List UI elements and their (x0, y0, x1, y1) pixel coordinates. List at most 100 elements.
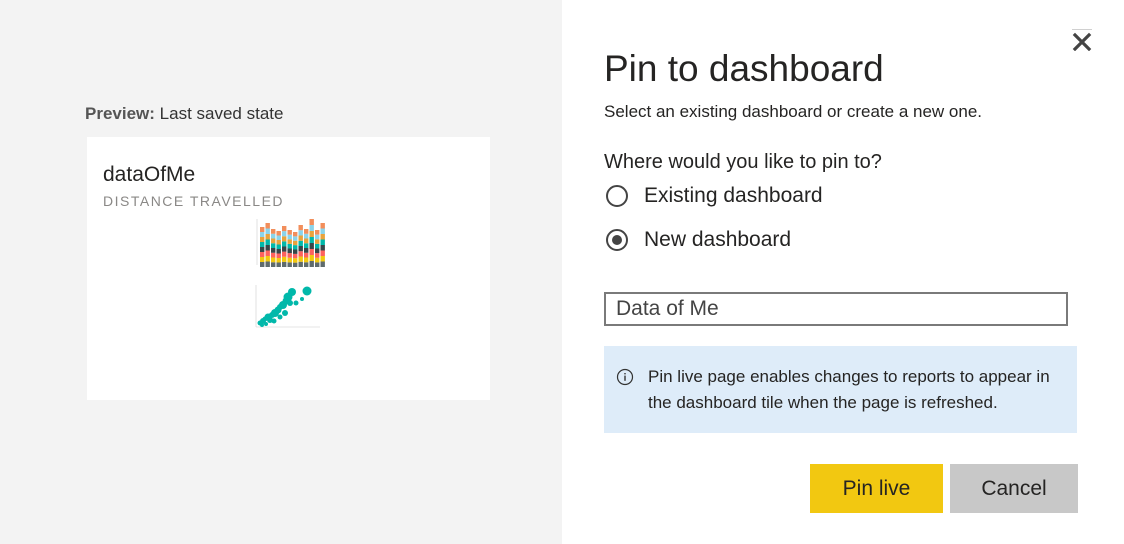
thumb-bar-segment (320, 223, 325, 229)
report-thumbnail-bar-chart (256, 219, 325, 267)
thumb-bar-segment (282, 251, 287, 257)
thumb-bar-segment (276, 249, 281, 254)
thumb-bar-segment (260, 237, 265, 242)
thumb-bar-segment (309, 255, 314, 261)
thumb-bar-segment (320, 261, 325, 267)
thumb-bar-segment (287, 262, 292, 267)
thumb-scatter-point (288, 288, 296, 296)
thumb-bar-segment (271, 243, 276, 248)
thumb-bar-segment (260, 227, 265, 232)
thumb-bar-segment (315, 253, 320, 258)
dialog-title: Pin to dashboard (604, 48, 884, 89)
thumb-bar-segment (298, 251, 303, 257)
close-button[interactable] (1071, 29, 1093, 52)
thumb-bar-segment (287, 239, 292, 244)
thumb-bar-segment (287, 253, 292, 258)
card-title: dataOfMe (103, 163, 196, 186)
thumb-bar-segment (298, 256, 303, 262)
thumb-bar-segment (265, 234, 270, 240)
pin-live-button[interactable]: Pin live (810, 464, 943, 513)
thumb-bar-segment (282, 256, 287, 262)
thumb-bar-segment (260, 232, 265, 237)
thumb-bar-segment (304, 229, 309, 234)
thumb-bar-segment (276, 235, 281, 240)
thumb-bar-segment (265, 223, 270, 229)
radio-existing-dashboard-circle[interactable] (606, 185, 628, 207)
thumb-scatter-point (264, 322, 268, 326)
thumb-bar-segment (260, 247, 265, 252)
dashboard-name-input[interactable] (604, 292, 1068, 326)
thumb-bar-segment (309, 243, 314, 249)
radio-existing-dashboard-label[interactable]: Existing dashboard (644, 184, 823, 208)
thumb-bar-segment (265, 228, 270, 234)
thumb-bar-segment (293, 249, 298, 254)
thumb-bar-segment (315, 239, 320, 244)
thumb-bar-segment (293, 236, 298, 241)
thumb-bar-segment (304, 248, 309, 253)
preview-label: Preview: Last saved state (85, 104, 283, 124)
thumb-bar-segment (293, 253, 298, 259)
dialog-description: Select an existing dashboard or create a… (604, 102, 983, 121)
thumb-bar-segment (282, 246, 287, 252)
thumb-bar-segment (309, 231, 314, 237)
thumb-scatter-point (260, 323, 264, 327)
radio-existing-dashboard[interactable]: Existing dashboard (606, 184, 823, 208)
thumb-bar-segment (293, 240, 298, 246)
thumb-bar-segment (304, 257, 309, 263)
thumb-bar-segment (276, 253, 281, 258)
thumb-bar-segment (293, 258, 298, 263)
thumb-scatter-point (282, 310, 288, 316)
thumb-bar-segment (309, 261, 314, 267)
thumb-bar-segment (271, 262, 276, 267)
radio-new-dashboard-label[interactable]: New dashboard (644, 228, 791, 252)
thumb-bar-segment (260, 262, 265, 267)
info-text: Pin live page enables changes to reports… (648, 367, 1050, 412)
thumb-bar-segment (282, 241, 287, 247)
thumb-bar-segment (315, 248, 320, 254)
thumb-bar-segment (271, 257, 276, 263)
info-icon (616, 368, 634, 386)
thumb-bar-segment (276, 231, 281, 236)
thumb-bar-segment (287, 230, 292, 235)
thumb-bar-segment (320, 250, 325, 256)
preview-card: dataOfMe DISTANCE TRAVELLED (87, 137, 490, 400)
thumb-bar-segment (271, 233, 276, 239)
thumb-bar-segment (265, 245, 270, 251)
thumb-bar-segment (276, 240, 281, 245)
thumb-bar-segment (298, 240, 303, 246)
preview-pane: Preview: Last saved state dataOfMe DISTA… (0, 0, 562, 544)
radio-new-dashboard[interactable]: New dashboard (606, 228, 791, 252)
preview-label-bold: Preview: (85, 104, 155, 123)
thumb-bar-segment (315, 243, 320, 249)
thumb-bar-segment (282, 231, 287, 237)
thumb-scatter-point (293, 300, 299, 306)
thumb-bar-segment (320, 228, 325, 234)
thumb-scatter-point (271, 318, 277, 324)
info-message: Pin live page enables changes to reports… (604, 346, 1077, 433)
thumb-bar-segment (293, 245, 298, 250)
thumb-bar-segment (320, 239, 325, 245)
thumb-bar-segment (298, 246, 303, 252)
pin-location-question: Where would you like to pin to? (604, 151, 882, 173)
thumb-bar-segment (287, 243, 292, 249)
radio-new-dashboard-circle[interactable] (606, 229, 628, 251)
thumb-scatter-point (302, 286, 312, 296)
thumb-bar-segment (320, 256, 325, 262)
cancel-button[interactable]: Cancel (950, 464, 1078, 513)
pin-dialog: Pin to dashboard Select an existing dash… (562, 0, 1124, 544)
thumb-bar-segment (315, 230, 320, 235)
close-icon[interactable] (1071, 29, 1093, 52)
thumb-bar-segment (315, 257, 320, 263)
report-thumbnail-scatter-chart (255, 285, 320, 328)
thumb-bar-segment (298, 261, 303, 267)
thumb-scatter-point (300, 297, 304, 301)
thumb-bar-segment (265, 239, 270, 245)
thumb-scatter-point (287, 300, 293, 306)
thumb-bar-segment (309, 249, 314, 255)
thumb-bar-segment (309, 225, 314, 231)
thumb-bar-segment (320, 245, 325, 251)
thumb-bar-segment (315, 234, 320, 240)
thumb-bar-segment (298, 230, 303, 236)
thumb-bar-segment (287, 234, 292, 240)
thumb-bar-segment (293, 232, 298, 237)
